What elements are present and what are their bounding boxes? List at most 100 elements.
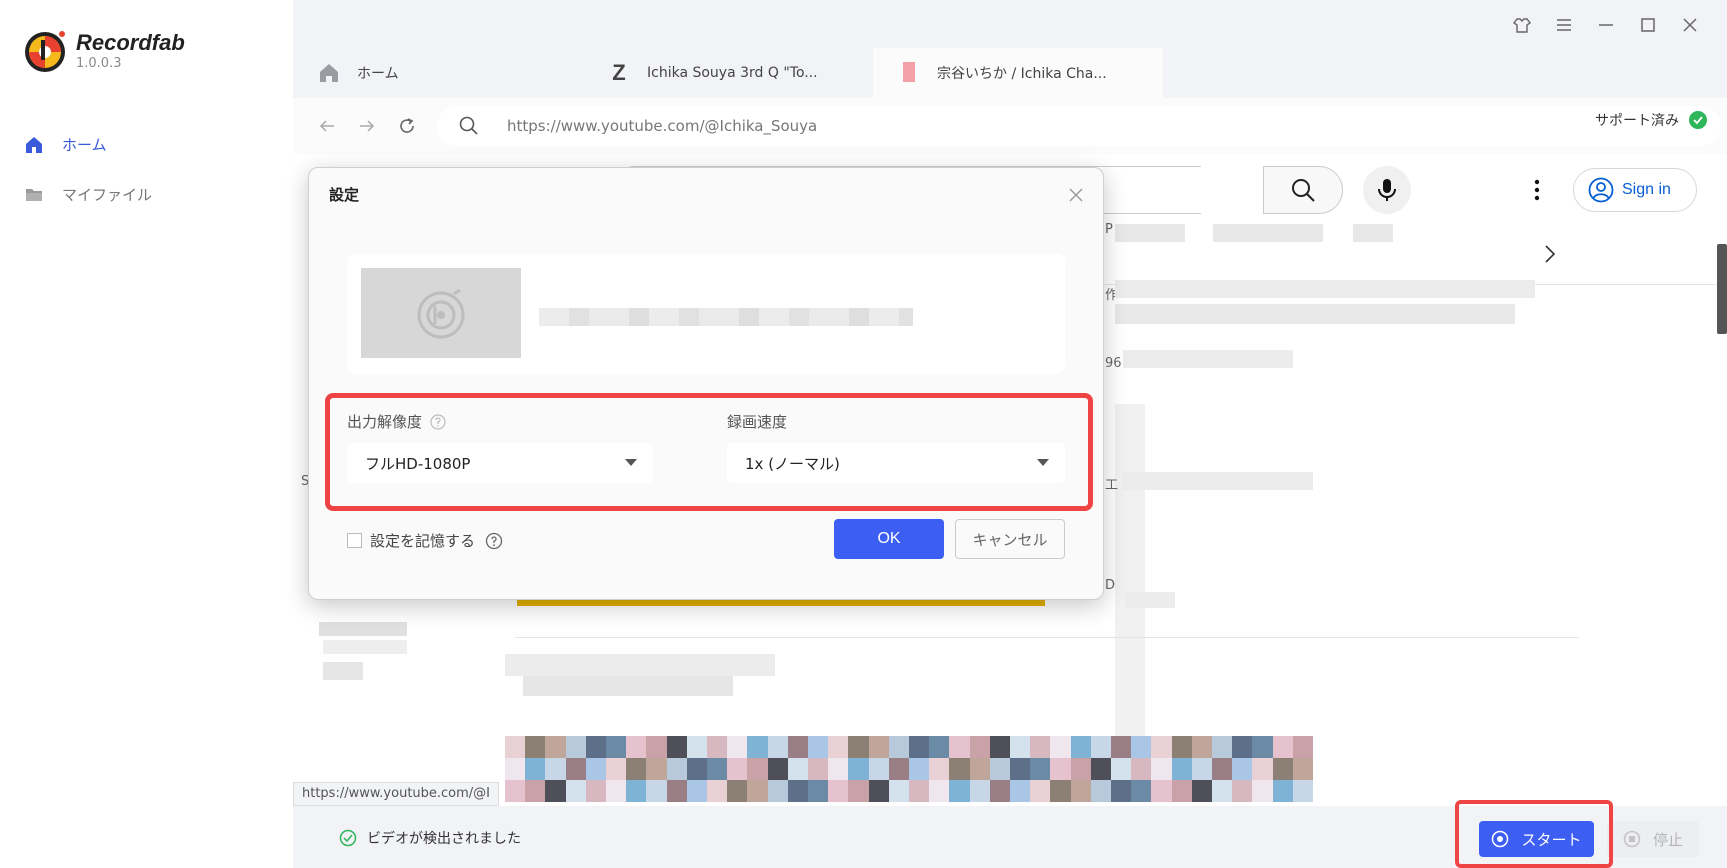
mosaic-cell	[646, 758, 667, 780]
search-icon	[1292, 179, 1315, 202]
support-status: サポート済み	[1595, 110, 1707, 130]
status-url: https://www.youtube.com/@I	[293, 782, 500, 806]
check-circle-icon	[339, 829, 357, 847]
mosaic-cell	[626, 780, 647, 802]
mosaic-cell	[1272, 780, 1293, 802]
blurred-content	[323, 640, 407, 654]
mosaic-cell	[1212, 758, 1233, 780]
more-options-icon[interactable]	[1525, 176, 1549, 204]
mosaic-cell	[949, 736, 970, 758]
mosaic-cell	[1070, 758, 1091, 780]
mosaic-cell	[808, 758, 829, 780]
mosaic-cell	[828, 758, 849, 780]
mosaic-cell	[929, 780, 950, 802]
resolution-label-text: 出力解像度	[347, 413, 423, 431]
mosaic-cell	[505, 780, 526, 802]
minimize-icon[interactable]	[1585, 12, 1627, 38]
mosaic-cell	[585, 758, 606, 780]
remember-checkbox[interactable]	[347, 533, 362, 548]
help-icon[interactable]	[485, 532, 503, 550]
mosaic-cell	[666, 758, 687, 780]
sidebar-item-my-files[interactable]: マイファイル	[24, 184, 152, 205]
app-logo: Recordfab 1.0.0.3	[22, 28, 185, 74]
mosaic-cell	[646, 736, 667, 758]
microphone-button[interactable]	[1363, 166, 1411, 214]
close-icon[interactable]	[1669, 12, 1711, 38]
mosaic-cell	[1292, 780, 1313, 802]
divider	[515, 637, 1579, 638]
speed-select[interactable]: 1x (ノーマル)	[727, 443, 1065, 483]
sign-in-button[interactable]: Sign in	[1573, 168, 1697, 212]
tab-label: 宗谷いちか / Ichika Cha...	[937, 66, 1107, 82]
mosaic-cell	[1050, 758, 1071, 780]
caret-down-icon	[1037, 459, 1049, 466]
detected-text: ビデオが検出されました	[367, 831, 521, 847]
mosaic-cell	[1171, 758, 1192, 780]
tab-ichika-channel[interactable]: 宗谷いちか / Ichika Cha...	[873, 48, 1163, 98]
mosaic-cell	[1151, 780, 1172, 802]
mosaic-cell	[868, 758, 889, 780]
sidebar-item-label: マイファイル	[62, 186, 153, 204]
mosaic-cell	[848, 758, 869, 780]
reload-icon[interactable]	[395, 114, 419, 138]
mosaic-cell	[1090, 758, 1111, 780]
mosaic-cell	[1272, 758, 1293, 780]
recordfab-app: Recordfab 1.0.0.3 ホーム マイファイル ホーム Z Ichik…	[0, 0, 1727, 868]
mosaic-cell	[626, 736, 647, 758]
z-favicon-icon: Z	[612, 60, 626, 85]
mosaic-cell	[606, 736, 627, 758]
skin-icon[interactable]	[1501, 12, 1543, 38]
url-input[interactable]	[507, 117, 1407, 135]
mosaic-cell	[565, 758, 586, 780]
mosaic-cell	[909, 780, 930, 802]
mosaic-cell	[888, 736, 909, 758]
mosaic-cell	[949, 758, 970, 780]
help-icon[interactable]	[430, 413, 446, 430]
cancel-button[interactable]: キャンセル	[955, 519, 1065, 559]
mosaic-cell	[1171, 736, 1192, 758]
mosaic-cell	[666, 736, 687, 758]
mosaic-cell	[565, 736, 586, 758]
nav-buttons	[315, 114, 419, 138]
channel-favicon-icon	[897, 61, 921, 85]
mosaic-cell	[747, 758, 768, 780]
chevron-right-icon[interactable]	[1543, 244, 1557, 264]
mosaic-cell	[1030, 758, 1051, 780]
dialog-close-icon[interactable]	[1065, 184, 1087, 206]
mosaic-cell	[1111, 758, 1132, 780]
blurred-content	[323, 662, 363, 680]
mosaic-cell	[828, 736, 849, 758]
scrollbar[interactable]	[1717, 154, 1727, 806]
maximize-icon[interactable]	[1627, 12, 1669, 38]
menu-icon[interactable]	[1543, 12, 1585, 38]
ok-button[interactable]: OK	[834, 519, 944, 559]
mosaic-cell	[1212, 780, 1233, 802]
mosaic-cell	[1111, 780, 1132, 802]
blurred-content	[1353, 224, 1393, 242]
youtube-search-button[interactable]	[1263, 166, 1343, 214]
stop-button[interactable]: 停止	[1607, 821, 1699, 857]
tab-home[interactable]: ホーム	[293, 48, 583, 98]
mosaic-cell	[1070, 736, 1091, 758]
resolution-select[interactable]: フルHD-1080P	[347, 443, 653, 483]
mosaic-cell	[909, 758, 930, 780]
sidebar-item-home[interactable]: ホーム	[24, 134, 107, 155]
tab-ichika-video[interactable]: Z Ichika Souya 3rd Q "To...	[583, 48, 873, 98]
mosaic-cell	[949, 780, 970, 802]
mosaic-cell	[606, 780, 627, 802]
back-arrow-icon[interactable]	[315, 114, 339, 138]
tab-label: Ichika Souya 3rd Q "To...	[647, 65, 818, 81]
mosaic-cell	[888, 758, 909, 780]
stop-icon	[1623, 830, 1641, 848]
scroll-thumb[interactable]	[1717, 244, 1727, 334]
mosaic-cell	[1151, 758, 1172, 780]
mosaic-cell	[828, 780, 849, 802]
url-field[interactable]	[437, 106, 1721, 146]
mosaic-cell	[787, 758, 808, 780]
mosaic-cell	[1090, 736, 1111, 758]
sign-in-label: Sign in	[1622, 181, 1671, 198]
mosaic-cell	[727, 758, 748, 780]
video-thumbnail	[361, 268, 521, 358]
forward-arrow-icon[interactable]	[355, 114, 379, 138]
blurred-content	[1115, 404, 1145, 744]
